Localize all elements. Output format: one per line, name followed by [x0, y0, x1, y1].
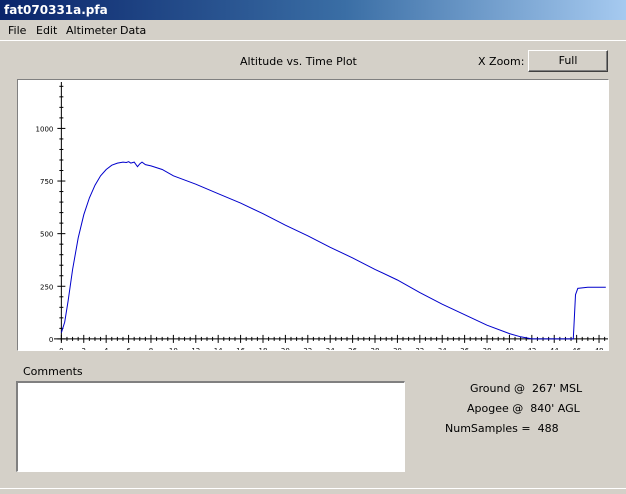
x-tick-label: 46 — [572, 347, 581, 350]
x-tick-label: 32 — [415, 347, 424, 350]
menu-altimeter[interactable]: Altimeter — [66, 24, 117, 37]
full-zoom-button[interactable]: Full — [528, 50, 608, 72]
comments-field[interactable] — [16, 381, 405, 472]
x-tick-label: 48 — [595, 347, 604, 350]
sample-count: NumSamples = 488 — [445, 422, 559, 435]
x-tick-label: 4 — [104, 347, 109, 350]
y-tick-label: 500 — [40, 231, 53, 239]
x-tick-label: 10 — [169, 347, 178, 350]
x-tick-label: 0 — [59, 347, 63, 350]
y-tick-label: 750 — [40, 178, 53, 186]
x-tick-label: 16 — [236, 347, 245, 350]
x-tick-label: 44 — [550, 347, 559, 350]
altitude-series-line — [60, 161, 606, 340]
x-tick-label: 26 — [348, 347, 357, 350]
menu-bar: File Edit Altimeter Data — [0, 20, 626, 41]
x-tick-label: 22 — [303, 347, 312, 350]
x-tick-label: 34 — [438, 347, 447, 350]
x-tick-label: 38 — [483, 347, 492, 350]
x-tick-label: 8 — [149, 347, 153, 350]
x-tick-label: 20 — [281, 347, 290, 350]
apogee-altitude: Apogee @ 840' AGL — [467, 402, 580, 415]
x-tick-label: 42 — [527, 347, 536, 350]
x-tick-label: 24 — [326, 347, 335, 350]
menu-edit[interactable]: Edit — [36, 24, 57, 37]
x-tick-label: 14 — [214, 347, 223, 350]
ground-altitude: Ground @ 267' MSL — [470, 382, 583, 395]
plot-title: Altitude vs. Time Plot — [240, 55, 357, 68]
x-tick-label: 36 — [460, 347, 469, 350]
window-titlebar: fat070331a.pfa — [0, 0, 626, 20]
x-tick-label: 6 — [126, 347, 131, 350]
menu-file[interactable]: File — [8, 24, 26, 37]
y-tick-label: 0 — [49, 336, 53, 344]
x-tick-label: 18 — [259, 347, 268, 350]
comments-label: Comments — [23, 365, 83, 378]
window-title: fat070331a.pfa — [4, 3, 108, 17]
x-tick-label: 12 — [191, 347, 200, 350]
altitude-chart-svg: 0250500750100002468101214161820222426283… — [36, 82, 608, 350]
altitude-plot: 0250500750100002468101214161820222426283… — [17, 79, 609, 351]
x-tick-label: 40 — [505, 347, 514, 350]
window-bottom-edge — [0, 488, 626, 494]
xzoom-label: X Zoom: — [478, 55, 525, 68]
x-tick-label: 2 — [82, 347, 86, 350]
y-tick-label: 1000 — [36, 125, 54, 133]
x-tick-label: 28 — [371, 347, 380, 350]
x-tick-label: 30 — [393, 347, 402, 350]
y-tick-label: 250 — [40, 283, 53, 291]
menu-data[interactable]: Data — [120, 24, 146, 37]
